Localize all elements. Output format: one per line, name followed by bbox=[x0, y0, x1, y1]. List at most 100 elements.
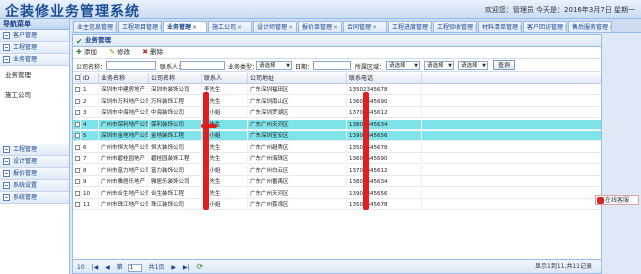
refresh-icon[interactable]: ⟳ bbox=[196, 262, 203, 271]
close-icon[interactable]: × bbox=[564, 24, 566, 31]
table-row[interactable]: 4广州市保利地产公司保利装饰公司陈先生广东广州天河区13802345634 bbox=[73, 119, 601, 130]
search-button[interactable]: 查询 bbox=[493, 60, 516, 70]
row-checkbox[interactable] bbox=[75, 121, 80, 127]
tab-item[interactable]: 工程项目管理× bbox=[118, 21, 162, 32]
contact-input[interactable] bbox=[180, 61, 225, 70]
close-icon[interactable]: × bbox=[609, 24, 611, 31]
folder-icon bbox=[3, 194, 10, 201]
sidebar-subitem-company[interactable]: 施工公司 bbox=[0, 86, 69, 102]
delete-button[interactable]: ✖ 删除 bbox=[142, 47, 163, 58]
sidebar-item-customers[interactable]: 客户管理 bbox=[0, 30, 69, 42]
first-page-icon[interactable]: |◀ bbox=[92, 264, 99, 271]
region-label: 所属区域： bbox=[355, 64, 386, 71]
table-cell-company: 万科装饰工程 bbox=[149, 96, 202, 107]
company-input[interactable] bbox=[106, 61, 156, 70]
close-icon[interactable]: × bbox=[159, 24, 161, 31]
sidebar-subitem-business[interactable]: 业务管理 bbox=[0, 66, 69, 82]
table-cell-id: 7 bbox=[81, 154, 99, 164]
tab-item[interactable]: 工程验收管理× bbox=[433, 21, 477, 32]
delete-label: 删除 bbox=[150, 48, 164, 56]
close-icon[interactable]: × bbox=[333, 24, 338, 31]
row-checkbox[interactable] bbox=[75, 133, 80, 138]
secondary-select[interactable]: 请选择 ▼ bbox=[424, 61, 454, 70]
tab-item[interactable]: 施工公司× bbox=[208, 21, 252, 32]
tab-item[interactable]: 客户回访管理× bbox=[523, 21, 567, 32]
sidebar-item-projects[interactable]: 工程管理 bbox=[0, 42, 69, 54]
sidebar-item-settings[interactable]: 系统设置 bbox=[0, 180, 69, 192]
row-checkbox[interactable] bbox=[75, 144, 80, 150]
sidebar-item-business[interactable]: 业务管理 bbox=[0, 54, 69, 66]
table-cell-address: 广东广州天河区 bbox=[248, 188, 347, 199]
sidebar-item-engineering[interactable]: 工程管理 bbox=[0, 144, 69, 156]
date-input[interactable] bbox=[313, 61, 351, 70]
table-cell-id: 6 bbox=[81, 142, 99, 153]
type-select[interactable]: 请选择 ▼ bbox=[256, 61, 292, 70]
region-select-value: 请选择 bbox=[389, 63, 406, 69]
tab-label: 材料清单管理 bbox=[482, 24, 519, 31]
add-button[interactable]: ✚ 添加 bbox=[76, 47, 97, 58]
prev-page-icon[interactable]: ◀ bbox=[105, 264, 110, 271]
row-checkbox[interactable] bbox=[75, 98, 80, 104]
table-cell-id: 11 bbox=[81, 200, 99, 210]
table-cell-phone: 13702345612 bbox=[347, 108, 422, 118]
feedback-button[interactable]: 在线客服 bbox=[595, 195, 639, 205]
close-icon[interactable]: × bbox=[192, 24, 197, 31]
table-row[interactable]: 11广州市珠江地产公司珠江装饰公司孙小姐广东广州荔湾区13502345678 bbox=[73, 200, 601, 210]
table-row[interactable]: 8广州市富力地产公司富力装饰公司周小姐广东广州白云区13702345612 bbox=[73, 165, 601, 176]
tab-item[interactable]: 材料清单管理× bbox=[478, 21, 522, 32]
table-cell-id: 9 bbox=[81, 177, 99, 187]
tab-item[interactable]: 工程进度管理× bbox=[388, 21, 432, 32]
table-row[interactable]: 5深圳市金地地产公司金地装饰工程刘小姐广东深圳宝安区13902345656 bbox=[73, 131, 601, 141]
table-cell-id: 8 bbox=[81, 165, 99, 176]
table-cell-company: 珠江装饰公司 bbox=[149, 200, 202, 210]
table-row[interactable]: 7广州市碧桂园地产碧桂园装饰工程赵先生广东广州海珠区13602345690 bbox=[73, 154, 601, 164]
row-select-cell bbox=[73, 96, 81, 107]
tab-label: 设计师管理 bbox=[257, 24, 288, 31]
tab-item[interactable]: 报价单管理× bbox=[298, 21, 342, 32]
row-checkbox[interactable] bbox=[75, 156, 80, 161]
table-row[interactable]: 2深圳市万科地产公司万科装饰工程王先生广东深圳南山区13602345690 bbox=[73, 96, 601, 107]
tab-item[interactable]: 合同管理× bbox=[343, 21, 387, 32]
sidebar-item-quotes[interactable]: 报价管理 bbox=[0, 168, 69, 180]
table-row[interactable]: 1 深圳市中建房地产 深圳市装饰公司 李先生 广东深圳福田区 13502345678 bbox=[73, 85, 601, 95]
table-row[interactable]: 9广州市雅居乐地产雅居乐装饰公司吴先生广东广州番禺区13802345634 bbox=[73, 177, 601, 187]
tab-label: 工程项目管理 bbox=[122, 24, 159, 31]
tertiary-select[interactable]: 请选择 ▼ bbox=[458, 61, 488, 70]
region-select[interactable]: 请选择 ▼ bbox=[386, 61, 420, 70]
tab-item[interactable]: 业主信息管理× bbox=[73, 21, 117, 32]
close-icon[interactable]: × bbox=[372, 24, 377, 31]
close-icon[interactable]: × bbox=[288, 24, 293, 31]
close-icon[interactable]: × bbox=[114, 24, 116, 31]
close-icon[interactable]: × bbox=[474, 24, 476, 31]
table-row[interactable]: 3深圳市中海地产公司中海装饰公司张小姐广东深圳罗湖区13702345612 bbox=[73, 108, 601, 118]
table-row[interactable]: 6广州市恒大地产公司恒大装饰公司黄先生广东广州越秀区13502345678 bbox=[73, 142, 601, 153]
search-bar: 公司名称： 联系人： 业务类型： 请选择 ▼ 日期： 所属区域： 请选择 ▼ 请选择… bbox=[73, 59, 601, 72]
page-number-input[interactable]: 1 bbox=[127, 263, 142, 272]
row-checkbox[interactable] bbox=[75, 167, 80, 173]
table-row[interactable]: 10广州市合生地产公司合生装饰工程郑先生广东广州天河区13902345656 bbox=[73, 188, 601, 199]
table-cell-phone: 13802345634 bbox=[347, 177, 422, 187]
close-icon[interactable]: × bbox=[237, 24, 242, 31]
row-checkbox[interactable] bbox=[75, 110, 80, 115]
row-checkbox[interactable] bbox=[75, 202, 80, 207]
close-icon[interactable]: × bbox=[519, 24, 521, 31]
column-header[interactable] bbox=[73, 73, 81, 83]
next-page-icon[interactable]: ▶ bbox=[171, 264, 176, 271]
select-all-checkbox[interactable] bbox=[75, 75, 80, 80]
page-size-select[interactable]: 10 bbox=[77, 264, 85, 271]
close-icon[interactable]: × bbox=[429, 24, 431, 31]
tab-item[interactable]: 售后服务管理× bbox=[568, 21, 612, 32]
tab-item[interactable]: 业务管理× bbox=[163, 21, 207, 32]
last-page-icon[interactable]: ▶| bbox=[183, 264, 190, 271]
folder-icon bbox=[3, 32, 10, 39]
table-cell-name: 深圳市中建房地产 bbox=[99, 85, 149, 95]
row-checkbox[interactable] bbox=[75, 190, 80, 196]
sidebar-item-system[interactable]: 系统管理 bbox=[0, 192, 69, 204]
tab-label: 业主信息管理 bbox=[77, 24, 114, 31]
sidebar-item-design[interactable]: 设计管理 bbox=[0, 156, 69, 168]
row-checkbox[interactable] bbox=[75, 179, 80, 184]
row-checkbox[interactable] bbox=[75, 87, 80, 92]
table-cell-address: 广东深圳罗湖区 bbox=[248, 108, 347, 118]
edit-button[interactable]: ✎ 修改 bbox=[109, 47, 130, 58]
tab-item[interactable]: 设计师管理× bbox=[253, 21, 297, 32]
